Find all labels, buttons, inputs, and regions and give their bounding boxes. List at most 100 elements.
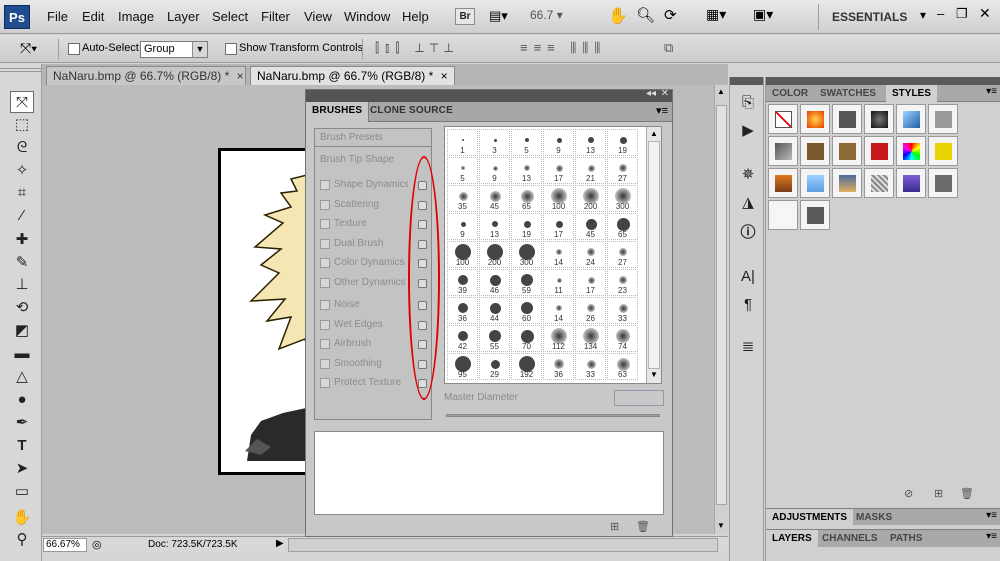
- brush-thumbnail[interactable]: 33: [607, 297, 638, 324]
- horizontal-scrollbar[interactable]: [288, 538, 718, 552]
- document-tab-active[interactable]: NaNaru.bmp @ 66.7% (RGB/8) * ×: [250, 66, 455, 85]
- brush-option-checkbox[interactable]: [320, 258, 330, 268]
- close-icon[interactable]: ✕: [979, 5, 991, 22]
- tab-masks[interactable]: MASKS: [850, 509, 898, 526]
- style-swatch[interactable]: [800, 136, 830, 166]
- zoom-level-combo[interactable]: 66.7 ▾: [530, 8, 585, 25]
- style-swatch[interactable]: [768, 200, 798, 230]
- brush-grid-scrollbar[interactable]: ▲ ▼: [646, 127, 661, 383]
- menu-file[interactable]: File: [47, 9, 68, 24]
- panel-grip[interactable]: [766, 77, 1000, 85]
- minimize-icon[interactable]: –: [937, 6, 944, 21]
- tab-paths[interactable]: PATHS: [884, 530, 928, 547]
- brush-option-checkbox[interactable]: [320, 378, 330, 388]
- new-preset-icon[interactable]: ⊞: [610, 520, 619, 533]
- document-tab[interactable]: NaNaru.bmp @ 66.7% (RGB/8) * ×: [46, 66, 246, 85]
- style-swatch[interactable]: [864, 168, 894, 198]
- style-swatch[interactable]: [928, 104, 958, 134]
- eyedropper-tool-icon[interactable]: ⁄: [10, 205, 34, 227]
- brush-thumbnail[interactable]: 19: [511, 213, 542, 240]
- tab-swatches[interactable]: SWATCHES: [814, 85, 882, 102]
- brush-thumbnail[interactable]: 200: [575, 185, 606, 212]
- distribute-icons[interactable]: ≡≡≡ ⫼⫼⫼: [520, 40, 606, 56]
- brush-option-checkbox[interactable]: [320, 200, 330, 210]
- tab-color[interactable]: COLOR: [766, 85, 814, 102]
- brush-thumbnail[interactable]: 33: [575, 353, 606, 380]
- style-swatch[interactable]: [896, 104, 926, 134]
- brush-thumbnail[interactable]: 65: [607, 213, 638, 240]
- brush-thumbnail[interactable]: 46: [479, 269, 510, 296]
- brush-thumbnail[interactable]: 11: [543, 269, 574, 296]
- brush-thumbnail[interactable]: 44: [479, 297, 510, 324]
- character-icon[interactable]: A|: [738, 267, 758, 287]
- brush-option-checkbox[interactable]: [320, 180, 330, 190]
- tab-channels[interactable]: CHANNELS: [816, 530, 884, 547]
- workspace-dropdown-icon[interactable]: ▾: [920, 8, 926, 22]
- brush-thumbnail[interactable]: 100: [543, 185, 574, 212]
- dock-grip[interactable]: [730, 77, 763, 85]
- zoom-tool-icon[interactable]: ⚲: [10, 529, 34, 551]
- document-canvas[interactable]: [218, 148, 308, 475]
- style-swatch[interactable]: [864, 104, 894, 134]
- scroll-up-icon[interactable]: ▲: [717, 87, 725, 96]
- menu-select[interactable]: Select: [212, 9, 248, 24]
- brush-thumbnail[interactable]: 45: [479, 185, 510, 212]
- brush-thumbnail[interactable]: 21: [575, 157, 606, 184]
- brush-thumbnail[interactable]: 65: [511, 185, 542, 212]
- brush-thumbnail[interactable]: 63: [607, 353, 638, 380]
- panel-menu-icon[interactable]: ▾≡: [986, 510, 997, 521]
- hand-tool-icon[interactable]: ✋: [608, 6, 628, 26]
- crop-tool-icon[interactable]: ⌗: [10, 182, 34, 204]
- brush-thumbnail[interactable]: 17: [543, 157, 574, 184]
- brush-thumbnail[interactable]: 24: [575, 241, 606, 268]
- close-tab-icon[interactable]: ×: [441, 69, 448, 83]
- brush-thumbnail[interactable]: 39: [447, 269, 478, 296]
- menu-view[interactable]: View: [304, 9, 332, 24]
- brush-thumbnail[interactable]: 9: [543, 129, 574, 156]
- hand-tool-icon[interactable]: ✋: [10, 507, 34, 529]
- info-icon[interactable]: ⓘ: [738, 223, 758, 243]
- brush-thumbnail[interactable]: 26: [575, 297, 606, 324]
- brush-thumbnail[interactable]: 200: [479, 241, 510, 268]
- brush-thumbnail[interactable]: 95: [447, 353, 478, 380]
- lasso-tool-icon[interactable]: ᘓ: [10, 137, 34, 159]
- brush-thumbnail[interactable]: 1: [447, 129, 478, 156]
- path-selection-tool-icon[interactable]: ➤: [10, 458, 34, 480]
- move-tool-icon[interactable]: ⤧: [10, 91, 34, 113]
- brush-thumbnail[interactable]: 14: [543, 241, 574, 268]
- brush-option-checkbox[interactable]: [320, 300, 330, 310]
- clone-stamp-tool-icon[interactable]: ⊥: [10, 274, 34, 296]
- tab-layers[interactable]: LAYERS: [766, 530, 818, 548]
- brush-thumbnail[interactable]: 17: [575, 269, 606, 296]
- brush-thumbnail[interactable]: 134: [575, 325, 606, 352]
- brush-tool-icon[interactable]: ✎: [10, 252, 34, 274]
- brush-thumbnail[interactable]: 13: [575, 129, 606, 156]
- pen-tool-icon[interactable]: ✒: [10, 412, 34, 434]
- brush-thumbnail[interactable]: 300: [607, 185, 638, 212]
- brush-thumbnail[interactable]: 5: [511, 129, 542, 156]
- style-swatch[interactable]: [800, 200, 830, 230]
- history-brush-tool-icon[interactable]: ⟲: [10, 297, 34, 319]
- master-diameter-slider[interactable]: [446, 414, 660, 417]
- brush-option-checkbox[interactable]: [320, 359, 330, 369]
- brush-thumbnail[interactable]: 36: [543, 353, 574, 380]
- arrange-documents-icon[interactable]: ▦▾: [706, 6, 726, 23]
- style-swatch[interactable]: [768, 168, 798, 198]
- brush-thumbnail[interactable]: 74: [607, 325, 638, 352]
- style-swatch[interactable]: [832, 168, 862, 198]
- no-style-icon[interactable]: ⊘: [904, 487, 913, 500]
- trash-icon[interactable]: 🗑︎: [636, 520, 650, 533]
- brush-thumbnail[interactable]: 55: [479, 325, 510, 352]
- menu-filter[interactable]: Filter: [261, 9, 290, 24]
- healing-brush-tool-icon[interactable]: ✚: [10, 229, 34, 251]
- brush-thumbnail[interactable]: 23: [607, 269, 638, 296]
- dodge-tool-icon[interactable]: ●: [10, 389, 34, 411]
- notes-icon[interactable]: ≣: [738, 337, 758, 357]
- brush-option-checkbox[interactable]: [320, 339, 330, 349]
- collapse-icon[interactable]: ◂◂: [646, 88, 656, 99]
- actions-icon[interactable]: ▶: [738, 121, 758, 141]
- scroll-thumb[interactable]: [716, 105, 727, 505]
- auto-align-icon[interactable]: ⧉: [664, 40, 673, 56]
- style-swatch[interactable]: [832, 104, 862, 134]
- status-info-icon[interactable]: ◎: [92, 538, 102, 551]
